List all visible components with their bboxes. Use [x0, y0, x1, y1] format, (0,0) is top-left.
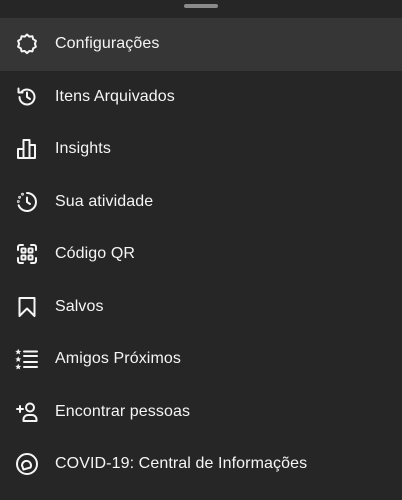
menu-item-label: Amigos Próximos [55, 350, 181, 368]
add-person-icon [15, 400, 39, 424]
menu-item-codigo-qr[interactable]: Código QR [0, 228, 402, 281]
menu-item-itens-arquivados[interactable]: Itens Arquivados [0, 71, 402, 124]
options-menu: Configurações Itens Arquivados Insights … [0, 18, 402, 491]
bookmark-icon [15, 295, 39, 319]
menu-item-encontrar-pessoas[interactable]: Encontrar pessoas [0, 386, 402, 439]
menu-item-salvos[interactable]: Salvos [0, 281, 402, 334]
archive-history-icon [15, 85, 39, 109]
menu-item-insights[interactable]: Insights [0, 123, 402, 176]
bottom-sheet: Configurações Itens Arquivados Insights … [0, 0, 402, 500]
menu-item-label: Encontrar pessoas [55, 402, 191, 420]
menu-item-label: Configurações [55, 35, 160, 53]
menu-item-label: Salvos [55, 297, 104, 315]
activity-clock-icon [15, 190, 39, 214]
sheet-handle-area[interactable] [0, 0, 402, 18]
settings-gear-icon [15, 32, 39, 56]
menu-item-label: Itens Arquivados [55, 87, 175, 105]
menu-item-amigos-proximos[interactable]: Amigos Próximos [0, 333, 402, 386]
menu-item-configuracoes[interactable]: Configurações [0, 18, 402, 71]
close-friends-list-icon [15, 347, 39, 371]
bar-chart-icon [15, 137, 39, 161]
covid-info-icon [15, 452, 39, 476]
menu-item-label: COVID-19: Central de Informações [55, 455, 308, 473]
menu-item-covid-19[interactable]: COVID-19: Central de Informações [0, 438, 402, 491]
grab-handle[interactable] [184, 4, 218, 8]
menu-item-label: Código QR [55, 245, 136, 263]
qr-code-icon [15, 242, 39, 266]
menu-item-label: Sua atividade [55, 192, 154, 210]
menu-item-sua-atividade[interactable]: Sua atividade [0, 176, 402, 229]
menu-item-label: Insights [55, 140, 111, 158]
